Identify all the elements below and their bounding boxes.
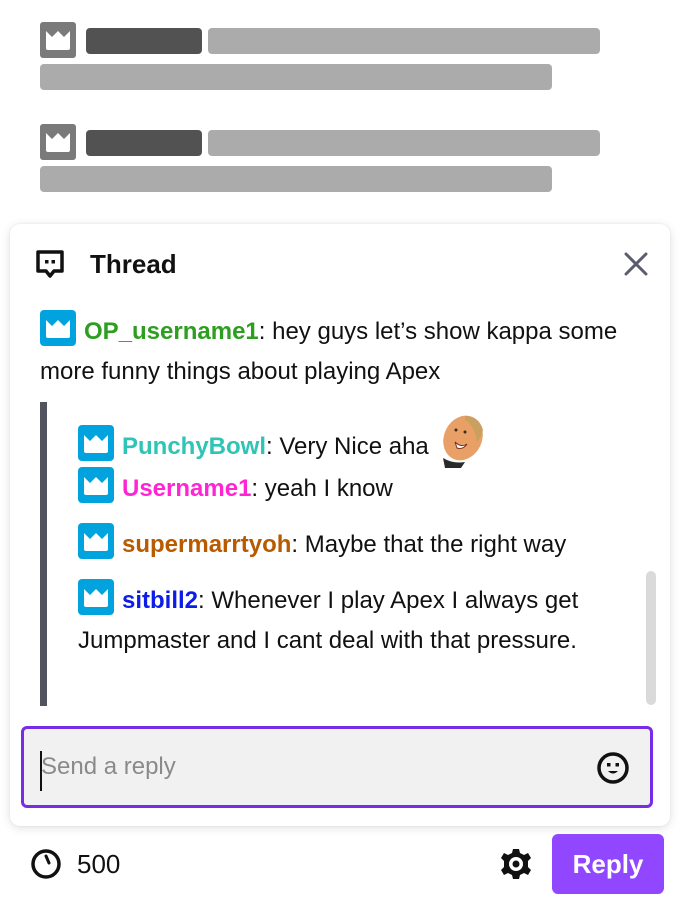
username[interactable]: OP_username1	[84, 318, 259, 345]
chat-footer: 500 Reply	[0, 830, 680, 900]
separator: :	[258, 318, 273, 345]
placeholder-message	[208, 130, 600, 156]
separator: :	[266, 433, 280, 460]
username[interactable]: Username1	[122, 475, 251, 502]
crown-icon	[40, 124, 76, 160]
placeholder-message-line	[40, 64, 552, 90]
reply-input[interactable]	[41, 729, 581, 805]
settings-gear-icon[interactable]	[498, 846, 534, 882]
thread-title: Thread	[90, 249, 177, 279]
crown-icon	[78, 579, 114, 615]
crown-icon	[78, 523, 114, 559]
reply-message: supermarrtyoh: Maybe that the right way	[78, 523, 638, 565]
placeholder-message-line	[40, 166, 552, 192]
original-message: OP_username1: hey guys let’s show kappa …	[40, 310, 630, 392]
reply-input-container[interactable]	[21, 726, 653, 808]
separator: :	[198, 587, 212, 614]
thread-panel: Thread OP_username1: hey guys let’s show…	[10, 224, 670, 826]
message-text: Maybe that the right way	[304, 531, 567, 558]
crown-icon	[40, 310, 76, 346]
timer-value: 500	[77, 849, 121, 879]
thread-header: Thread	[10, 224, 670, 304]
reply-button[interactable]: Reply	[552, 834, 664, 894]
separator: :	[291, 531, 305, 558]
thread-reply-indicator	[40, 402, 47, 706]
placeholder-message	[208, 28, 600, 54]
face-emote	[435, 412, 487, 468]
thread-bubble-icon	[36, 250, 64, 278]
message-text: yeah I know	[264, 475, 393, 502]
separator: :	[251, 475, 265, 502]
username[interactable]: PunchyBowl	[122, 433, 266, 460]
close-icon[interactable]	[622, 250, 650, 278]
scrollbar[interactable]	[646, 571, 656, 705]
reply-message: Username1: yeah I know	[78, 467, 638, 509]
crown-icon	[78, 425, 114, 461]
reply-message: PunchyBowl: Very Nice aha	[78, 412, 638, 468]
crown-icon	[78, 467, 114, 503]
emoji-picker-icon[interactable]	[596, 751, 630, 785]
crown-icon	[40, 22, 76, 58]
username[interactable]: sitbill2	[122, 587, 198, 614]
placeholder-username	[86, 130, 202, 156]
placeholder-username	[86, 28, 202, 54]
username[interactable]: supermarrtyoh	[122, 531, 291, 558]
message-text: Very Nice aha	[279, 433, 429, 460]
timer-icon	[31, 849, 61, 879]
reply-message: sitbill2: Whenever I play Apex I always …	[78, 579, 628, 661]
